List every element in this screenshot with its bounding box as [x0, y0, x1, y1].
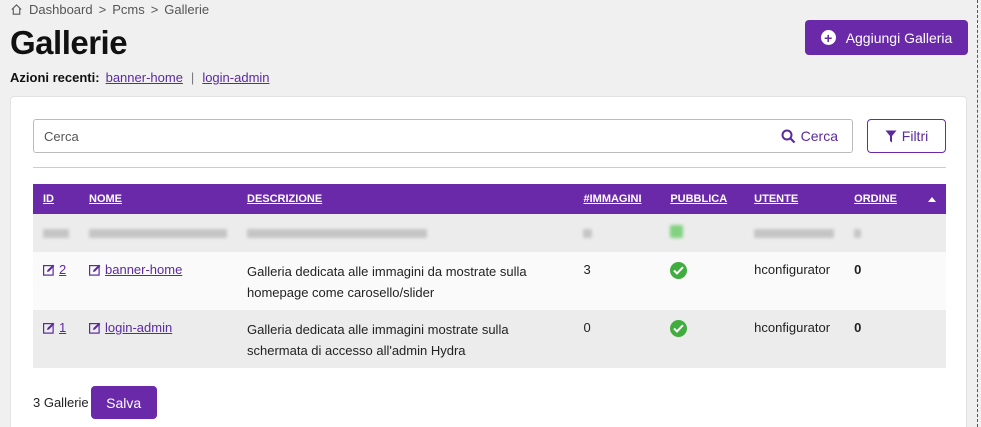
add-gallery-label: Aggiungi Galleria	[845, 29, 953, 46]
row-id-link[interactable]: 2	[43, 262, 66, 277]
check-circle-icon	[670, 320, 688, 337]
save-button[interactable]: Salva	[90, 386, 157, 419]
row-name-link[interactable]: banner-home	[89, 262, 182, 277]
home-icon	[11, 4, 22, 15]
row-id: 2	[59, 262, 67, 277]
recent-link-login-admin[interactable]: login-admin	[202, 70, 269, 85]
gallery-list-card: Cerca Filtri ID NOME DESCRIZIONE #IMMAGI…	[10, 96, 967, 427]
table-row: 1 login-admin Galleria dedicata alle imm…	[33, 310, 946, 368]
breadcrumb-item-gallerie: Gallerie	[164, 2, 210, 17]
breadcrumb: Dashboard > Pcms > Gallerie	[10, 2, 209, 17]
filter-button-label: Filtri	[901, 128, 929, 144]
redacted-text	[583, 228, 593, 238]
edit-icon	[43, 264, 55, 276]
column-header-utente[interactable]: UTENTE	[744, 184, 844, 214]
redacted-text	[247, 228, 427, 238]
search-button[interactable]: Cerca	[781, 128, 852, 144]
page-title: Gallerie	[10, 24, 128, 61]
recent-separator: |	[190, 70, 195, 85]
row-user: hconfigurator	[754, 320, 831, 335]
row-name: banner-home	[105, 262, 183, 277]
redacted-text	[754, 228, 835, 238]
check-circle-icon	[670, 262, 688, 279]
breadcrumb-separator: >	[98, 2, 107, 17]
add-gallery-button[interactable]: + Aggiungi Galleria	[805, 20, 968, 55]
search-icon	[781, 129, 795, 143]
search-button-label: Cerca	[800, 128, 838, 144]
redacted-text	[854, 228, 862, 238]
page-edge-guide	[977, 0, 978, 427]
recent-actions: Azioni recenti: banner-home | login-admi…	[10, 70, 270, 85]
table-row: 2 banner-home Galleria dedicata alle imm…	[33, 252, 946, 310]
table-header-row: ID NOME DESCRIZIONE #IMMAGINI PUBBLICA U…	[33, 184, 946, 214]
table-footer: 3 Gallerie Salva	[33, 386, 157, 419]
table-row-redacted	[33, 214, 946, 252]
column-header-id[interactable]: ID	[33, 184, 79, 214]
gallery-count: 3 Gallerie	[33, 395, 89, 410]
redacted-text	[89, 228, 227, 238]
breadcrumb-separator: >	[150, 2, 159, 17]
row-id-link[interactable]: 1	[43, 320, 66, 335]
plus-circle-icon: +	[820, 30, 836, 45]
redacted-icon	[670, 225, 684, 238]
breadcrumb-item-dashboard[interactable]: Dashboard	[29, 2, 93, 17]
recent-actions-label: Azioni recenti:	[10, 70, 100, 85]
column-header-ordine[interactable]: ORDINE	[844, 184, 918, 214]
column-header-immagini[interactable]: #IMMAGINI	[573, 184, 660, 214]
column-header-descrizione[interactable]: DESCRIZIONE	[237, 184, 573, 214]
sort-toggle[interactable]	[918, 184, 946, 214]
edit-icon	[89, 264, 101, 276]
row-name: login-admin	[105, 320, 173, 335]
row-image-count: 3	[583, 262, 591, 277]
search-input[interactable]	[44, 128, 781, 144]
row-order: 0	[854, 320, 862, 335]
edit-icon	[43, 322, 55, 334]
breadcrumb-item-pcms[interactable]: Pcms	[112, 2, 145, 17]
row-user: hconfigurator	[754, 262, 831, 277]
filter-icon	[885, 130, 897, 142]
recent-link-banner-home[interactable]: banner-home	[106, 70, 183, 85]
row-image-count: 0	[583, 320, 591, 335]
sort-up-icon	[928, 197, 936, 202]
search-box: Cerca	[33, 119, 853, 153]
row-name-link[interactable]: login-admin	[89, 320, 172, 335]
redacted-text	[43, 228, 69, 238]
gallery-table: ID NOME DESCRIZIONE #IMMAGINI PUBBLICA U…	[33, 184, 946, 368]
divider	[33, 167, 946, 168]
row-id: 1	[59, 320, 67, 335]
edit-icon	[89, 322, 101, 334]
filter-button[interactable]: Filtri	[867, 119, 946, 153]
column-header-nome[interactable]: NOME	[79, 184, 237, 214]
row-description: Galleria dedicata alle immagini mostrate…	[247, 322, 509, 358]
column-header-pubblica[interactable]: PUBBLICA	[660, 184, 744, 214]
row-description: Galleria dedicata alle immagini da mostr…	[247, 264, 527, 300]
row-order: 0	[854, 262, 862, 277]
